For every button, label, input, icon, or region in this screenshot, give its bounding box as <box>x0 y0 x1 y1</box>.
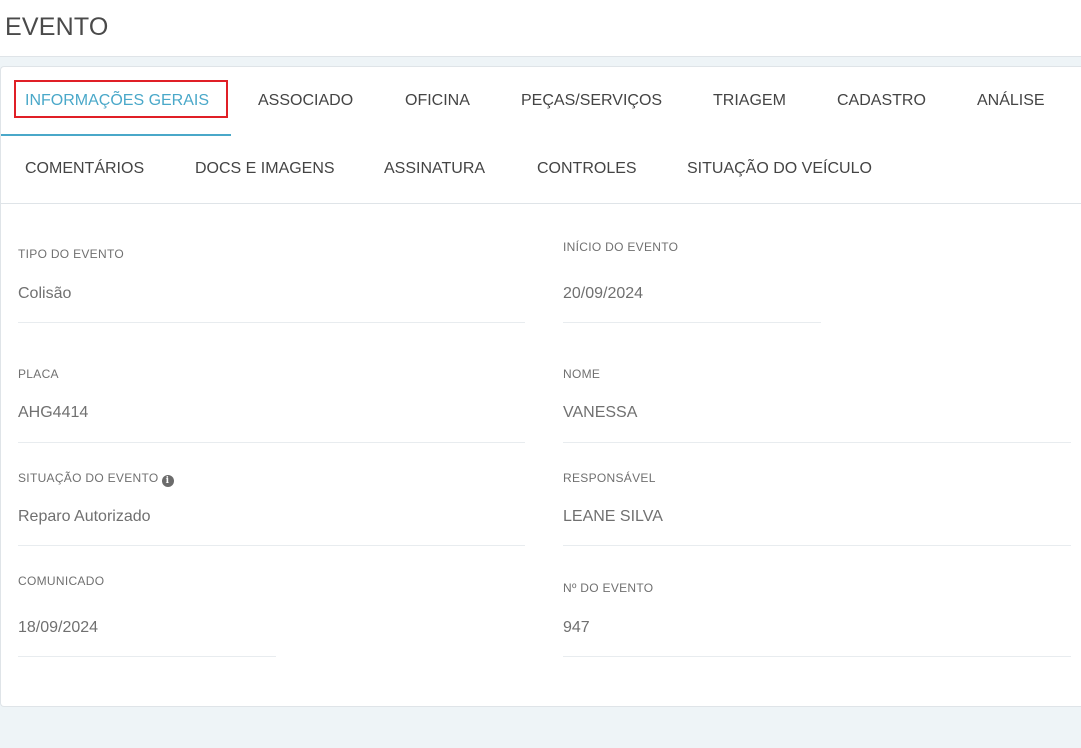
nome-label: NOME <box>563 367 601 381</box>
tab-analise[interactable]: ANÁLISE <box>977 92 1045 110</box>
situacao-evento-label: SITUAÇÃO DO EVENTO <box>18 471 159 485</box>
placa-label: PLACA <box>18 367 59 381</box>
tipo-evento-value[interactable]: Colisão <box>18 285 71 303</box>
numero-evento-underline <box>563 656 1071 657</box>
numero-evento-value[interactable]: 947 <box>563 619 590 637</box>
tab-cadastro[interactable]: CADASTRO <box>837 92 926 110</box>
inicio-evento-label: INÍCIO DO EVENTO <box>563 240 679 254</box>
inicio-evento-value[interactable]: 20/09/2024 <box>563 285 643 303</box>
inicio-evento-underline <box>563 322 821 323</box>
tab-controles[interactable]: CONTROLES <box>537 160 637 178</box>
comunicado-label: COMUNICADO <box>18 574 105 588</box>
nome-underline <box>563 442 1071 443</box>
responsavel-label: RESPONSÁVEL <box>563 471 656 485</box>
tab-situacao-do-veiculo[interactable]: SITUAÇÃO DO VEÍCULO <box>687 160 872 178</box>
tab-comentarios[interactable]: COMENTÁRIOS <box>25 160 144 178</box>
nome-value[interactable]: VANESSA <box>563 404 637 422</box>
tab-pecas-servicos[interactable]: PEÇAS/SERVIÇOS <box>521 92 662 110</box>
event-card: INFORMAÇÕES GERAIS ASSOCIADO OFICINA PEÇ… <box>0 66 1081 707</box>
info-icon[interactable]: i <box>161 475 174 487</box>
tab-docs-e-imagens[interactable]: DOCS E IMAGENS <box>195 160 335 178</box>
comunicado-underline <box>18 656 276 657</box>
active-tab-underline <box>1 134 231 136</box>
placa-value[interactable]: AHG4414 <box>18 404 88 422</box>
tab-associado[interactable]: ASSOCIADO <box>258 92 353 110</box>
tipo-evento-label: TIPO DO EVENTO <box>18 247 124 261</box>
placa-underline <box>18 442 525 443</box>
tab-informacoes-gerais[interactable]: INFORMAÇÕES GERAIS <box>25 92 209 110</box>
responsavel-value[interactable]: LEANE SILVA <box>563 508 663 526</box>
responsavel-underline <box>563 545 1071 546</box>
situacao-evento-value[interactable]: Reparo Autorizado <box>18 508 151 526</box>
tab-assinatura[interactable]: ASSINATURA <box>384 160 485 178</box>
tab-oficina[interactable]: OFICINA <box>405 92 470 110</box>
tab-bar: INFORMAÇÕES GERAIS ASSOCIADO OFICINA PEÇ… <box>1 67 1081 204</box>
tab-triagem[interactable]: TRIAGEM <box>713 92 786 110</box>
page-header: EVENTO <box>0 0 1081 57</box>
situacao-evento-label-wrap: SITUAÇÃO DO EVENTO i <box>18 471 174 487</box>
page-title: EVENTO <box>5 13 109 41</box>
comunicado-value[interactable]: 18/09/2024 <box>18 619 98 637</box>
tipo-evento-underline <box>18 322 525 323</box>
situacao-evento-underline <box>18 545 525 546</box>
numero-evento-label: Nº DO EVENTO <box>563 581 654 595</box>
